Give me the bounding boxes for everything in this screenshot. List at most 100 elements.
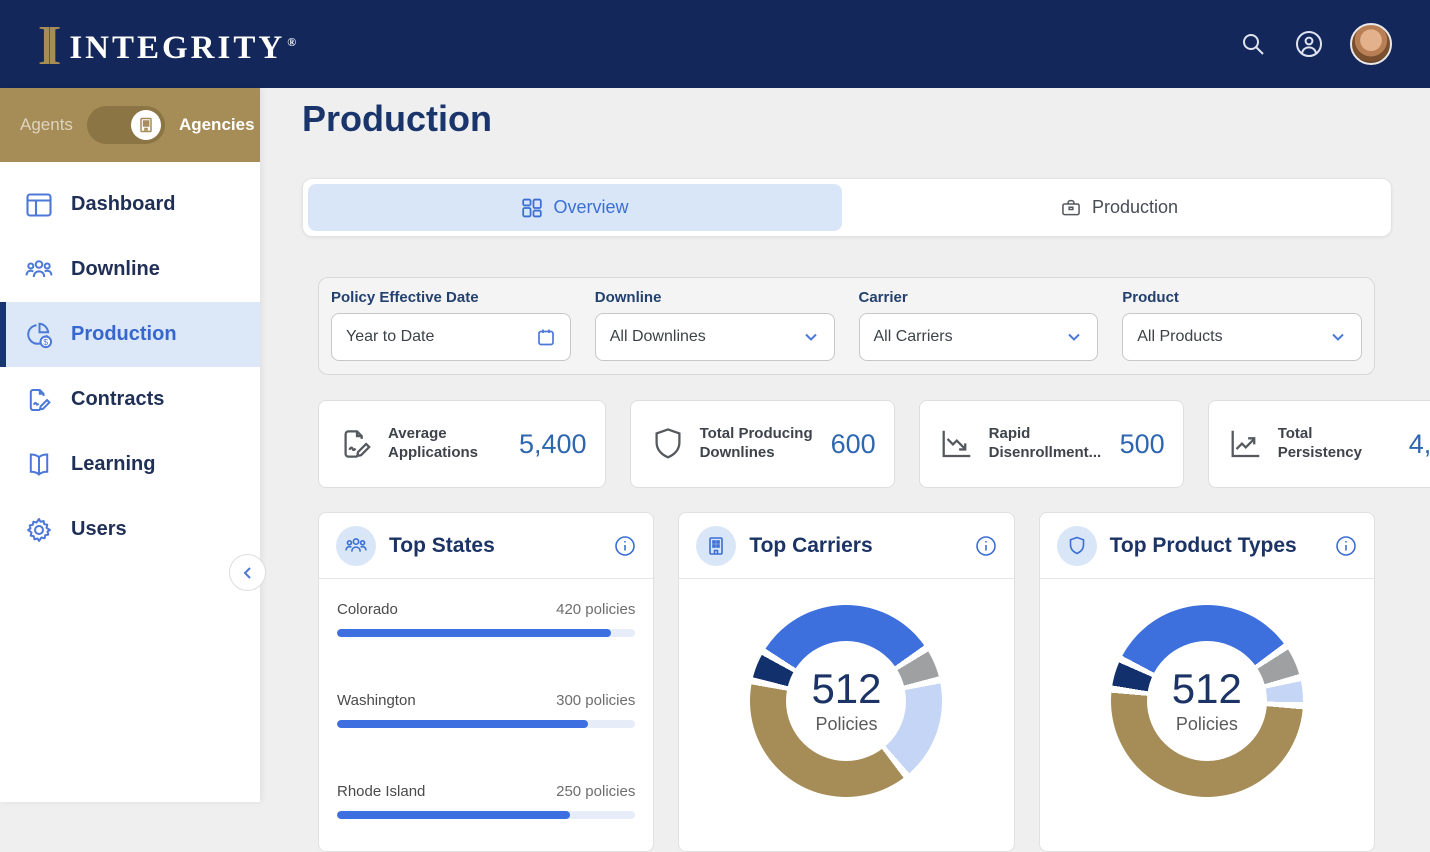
- sidebar-item-label: Dashboard: [71, 193, 175, 216]
- progress-bar: [337, 629, 635, 637]
- people-icon: [344, 534, 368, 558]
- view-tabs: Overview Production: [302, 178, 1392, 237]
- filter-policy-effective-date: Policy Effective Date Year to Date: [331, 289, 571, 363]
- building-icon: [705, 535, 727, 557]
- sidebar-item-label: Production: [71, 323, 177, 346]
- integrity-logo: ][ INTEGRITY®: [38, 22, 299, 67]
- stat-average-applications: Average Applications 5,400: [318, 400, 606, 488]
- filter-product: Product All Products: [1122, 289, 1362, 363]
- product-select[interactable]: All Products: [1122, 313, 1362, 361]
- top-carriers-icon-badge: [696, 526, 736, 566]
- applications-doc-icon: [337, 425, 375, 463]
- top-states-card: Top States Colorado 420 policies Washing…: [318, 512, 654, 852]
- agents-label[interactable]: Agents: [20, 115, 73, 135]
- filter-carrier: Carrier All Carriers: [859, 289, 1099, 363]
- filter-label: Product: [1122, 289, 1362, 306]
- trend-down-icon: [938, 425, 976, 463]
- stat-value: 500: [1120, 429, 1165, 460]
- briefcase-icon: [1060, 197, 1082, 219]
- stats-row: Average Applications 5,400 Total Produci…: [318, 400, 1375, 488]
- donut-label: Policies: [815, 714, 877, 735]
- state-policies: 420 policies: [556, 601, 635, 618]
- user-avatar[interactable]: [1350, 23, 1392, 65]
- top-carriers-info-icon[interactable]: [975, 535, 997, 557]
- top-carriers-card: Top Carriers 512 Policies: [678, 512, 1014, 852]
- account-icon[interactable]: [1294, 29, 1324, 59]
- charts-row: Top States Colorado 420 policies Washing…: [318, 512, 1375, 852]
- sidebar-item-label: Contracts: [71, 388, 164, 411]
- agencies-label[interactable]: Agencies: [179, 115, 255, 135]
- stat-total-persistency: Total Persistency 4,000: [1208, 400, 1430, 488]
- svg-text:$: $: [43, 337, 48, 347]
- sidebar-item-production[interactable]: $ Production: [0, 302, 260, 367]
- state-name: Colorado: [337, 601, 398, 618]
- state-name: Washington: [337, 692, 416, 709]
- agents-agencies-toggle[interactable]: [87, 106, 165, 144]
- state-row-colorado: Colorado 420 policies: [337, 601, 635, 637]
- downline-people-icon: [24, 255, 54, 285]
- sidebar-item-label: Users: [71, 518, 127, 541]
- contracts-icon: [24, 385, 54, 415]
- main-content: Production Overview Production Policy Ef…: [260, 88, 1430, 802]
- chevron-down-icon: [1065, 328, 1083, 346]
- dashboard-icon: [24, 190, 54, 220]
- trend-up-icon: [1227, 425, 1265, 463]
- tab-production-label: Production: [1092, 197, 1178, 218]
- sidebar-item-dashboard[interactable]: Dashboard: [0, 172, 260, 237]
- filter-downline: Downline All Downlines: [595, 289, 835, 363]
- sidebar-item-users[interactable]: Users: [0, 497, 260, 562]
- sidebar-item-downline[interactable]: Downline: [0, 237, 260, 302]
- top-product-types-donut-chart: 512 Policies: [1111, 605, 1303, 797]
- logo-mark-icon: ][: [38, 22, 55, 66]
- sidebar-nav: Dashboard Downline $ Production: [0, 162, 260, 562]
- toggle-knob[interactable]: [131, 110, 161, 140]
- chevron-left-icon: [241, 566, 255, 580]
- donut-center: 512 Policies: [1147, 641, 1267, 761]
- chevron-down-icon: [1329, 328, 1347, 346]
- top-product-types-info-icon[interactable]: [1335, 535, 1357, 557]
- tab-overview-label: Overview: [553, 197, 628, 218]
- card-title: Top Carriers: [749, 534, 872, 558]
- calendar-icon: [536, 327, 556, 347]
- stat-value: 5,400: [519, 429, 587, 460]
- filter-label: Downline: [595, 289, 835, 306]
- stat-value: 4,000: [1409, 429, 1430, 460]
- stat-label: Total Producing Downlines: [700, 425, 818, 463]
- state-policies: 250 policies: [556, 783, 635, 800]
- sidebar-collapse-button[interactable]: [229, 554, 266, 591]
- state-policies: 300 policies: [556, 692, 635, 709]
- top-bar: ][ INTEGRITY®: [0, 0, 1430, 88]
- top-carriers-donut-chart: 512 Policies: [750, 605, 942, 797]
- state-name: Rhode Island: [337, 783, 425, 800]
- carrier-select[interactable]: All Carriers: [859, 313, 1099, 361]
- production-pie-dollar-icon: $: [24, 320, 54, 350]
- filter-value: All Products: [1137, 328, 1329, 346]
- state-row-rhode-island: Rhode Island 250 policies: [337, 783, 635, 819]
- sidebar-item-learning[interactable]: Learning: [0, 432, 260, 497]
- filter-value: All Carriers: [874, 328, 1066, 346]
- overview-grid-icon: [521, 197, 543, 219]
- tab-overview[interactable]: Overview: [308, 184, 842, 231]
- sidebar: Agents Agencies Dashboard Downline: [0, 88, 260, 802]
- card-title: Top States: [389, 534, 495, 558]
- filter-value: All Downlines: [610, 328, 802, 346]
- registered-mark: ®: [287, 35, 299, 49]
- search-icon[interactable]: [1238, 29, 1268, 59]
- logo-text: INTEGRITY®: [69, 30, 299, 67]
- top-product-types-icon-badge: [1057, 526, 1097, 566]
- downline-select[interactable]: All Downlines: [595, 313, 835, 361]
- sidebar-item-label: Learning: [71, 453, 155, 476]
- stat-label: Rapid Disenrollment...: [989, 425, 1107, 463]
- agents-agencies-toggle-band: Agents Agencies: [0, 88, 260, 162]
- shield-icon: [1066, 535, 1088, 557]
- sidebar-item-contracts[interactable]: Contracts: [0, 367, 260, 432]
- top-states-info-icon[interactable]: [614, 535, 636, 557]
- donut-value: 512: [1172, 668, 1242, 710]
- stat-value: 600: [831, 429, 876, 460]
- policy-effective-date-field[interactable]: Year to Date: [331, 313, 571, 361]
- tab-production[interactable]: Production: [852, 184, 1386, 231]
- stat-label: Average Applications: [388, 425, 506, 463]
- donut-value: 512: [811, 668, 881, 710]
- state-row-washington: Washington 300 policies: [337, 692, 635, 728]
- learning-book-icon: [24, 450, 54, 480]
